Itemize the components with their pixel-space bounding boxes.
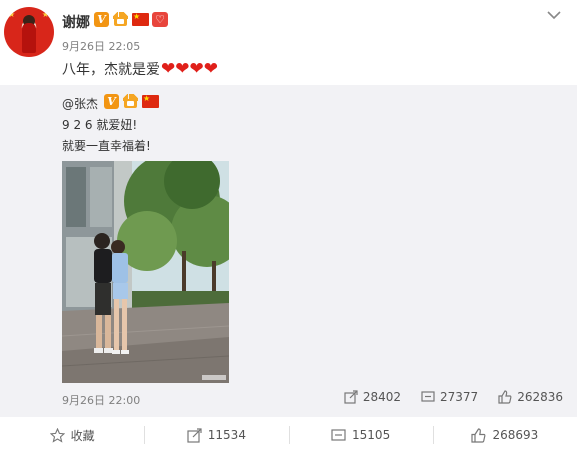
post-timestamp[interactable]: 9月26日 22:05 [62,38,140,54]
like-stat[interactable]: 262836 [498,390,563,404]
repost-icon [187,427,202,443]
repost-photo[interactable] [62,161,229,383]
v-verified-icon[interactable]: V [104,94,119,109]
like-button[interactable]: 268693 [432,418,577,452]
comment-action-count: 15105 [352,428,391,442]
repost-user-badges: V [104,94,159,109]
red-heart-icon: ❤ [189,58,204,79]
v-verified-icon[interactable]: V [94,12,109,27]
user-badges: V ♡ [94,12,168,27]
comment-count: 27377 [440,390,479,404]
favorite-label: 收藏 [70,428,95,443]
star-icon [49,427,65,443]
repost-text-line2: 就要一直幸福着! [62,139,151,153]
post-content: 八年，杰就是爱 ❤ ❤ ❤ ❤ [62,59,218,79]
like-icon [498,390,512,404]
comment-stat[interactable]: 27377 [421,390,478,404]
favorite-button[interactable]: 收藏 [0,418,144,452]
red-heart-icon: ❤ [203,58,218,79]
user-avatar[interactable]: ★ ★ [4,7,54,57]
comment-button[interactable]: 15105 [288,418,433,452]
comment-icon [331,428,346,441]
repost-button[interactable]: 11534 [144,418,288,452]
repost-action-count: 11534 [207,428,246,442]
like-icon [471,427,486,443]
like-count: 262836 [517,390,563,404]
repost-icon [344,390,358,404]
heart-badge-icon[interactable]: ♡ [152,12,168,27]
post-text: 八年，杰就是爱 [62,62,160,78]
weibo-post-card: ★★ 谢娜 V ♡ 9月26日 22:05 八年，杰就是爱 ❤ ❤ ❤ ❤ @张… [0,0,577,452]
repost-username[interactable]: @张杰 [62,95,98,112]
red-heart-icon: ❤ [175,58,190,79]
china-flag-icon [132,12,149,26]
post-action-bar: 收藏 11534 15105 268693 [0,418,577,452]
couple-street-photo [62,161,229,383]
repost-count: 28402 [362,390,401,404]
repost-stat[interactable]: 28402 [344,390,401,404]
crown-icon[interactable] [122,94,139,109]
china-flag-icon [142,94,159,108]
post-username[interactable]: 谢娜 [62,12,90,32]
like-action-count: 268693 [492,428,539,442]
repost-box: @张杰 V 9 2 6 就爱妞! 就要一直幸福着! [0,85,577,417]
repost-timestamp[interactable]: 9月26日 22:00 [62,392,140,408]
red-heart-icon: ❤ [161,58,176,79]
repost-stats: 28402 27377 262836 [344,390,563,404]
crown-icon[interactable] [112,12,129,27]
red-hearts: ❤ ❤ ❤ ❤ [161,58,218,79]
comment-icon [421,391,435,402]
repost-text-line1: 9 2 6 就爱妞! [62,118,138,132]
chevron-down-icon[interactable] [547,10,561,20]
